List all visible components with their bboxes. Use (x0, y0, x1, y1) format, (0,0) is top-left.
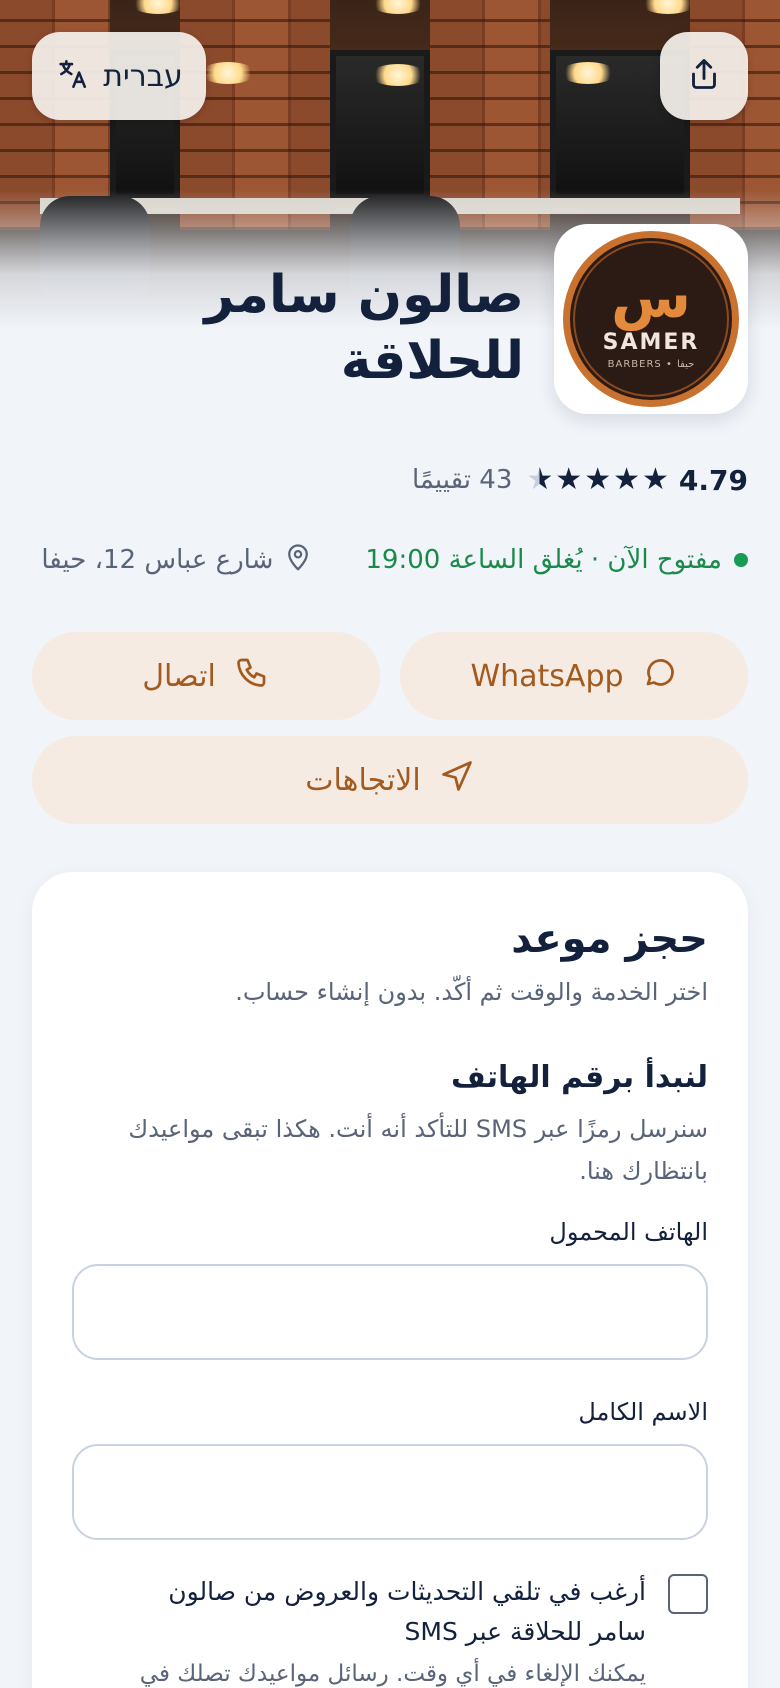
sms-consent-note: يمكنك الإلغاء في أي وقت. رسائل مواعيدك ت… (139, 1661, 646, 1687)
review-count: 43 تقييمًا (411, 465, 513, 495)
business-logo-card: س SAMER BARBERS • حيفا (554, 224, 748, 414)
chat-bubble-icon (642, 654, 678, 698)
sms-consent-label[interactable]: أرغب في تلقي التحديثات والعروض من صالون … (126, 1572, 646, 1652)
logo-name: SAMER (602, 330, 700, 355)
star-icon: ★ (555, 462, 583, 497)
share-button[interactable] (660, 32, 748, 120)
info-row: مفتوح الآن · يُغلق الساعة 19:00 شارع عبا… (32, 540, 748, 580)
address-link[interactable]: شارع عباس 12، حيفا (41, 543, 313, 577)
business-name: صالون سامر للحلاقة (184, 262, 524, 394)
phone-step-description: سنرسل رمزًا عبر SMS للتأكد أنه أنت. هكذا… (128, 1115, 708, 1185)
rating-value: 4.79 (678, 463, 748, 497)
call-label: اتصال (142, 658, 216, 694)
star-icon: ★ (584, 462, 612, 497)
directions-label: الاتجاهات (305, 762, 421, 798)
business-logo: س SAMER BARBERS • حيفا (563, 231, 739, 407)
open-status: مفتوح الآن · يُغلق الساعة 19:00 (365, 545, 722, 575)
whatsapp-button[interactable]: WhatsApp (400, 632, 748, 720)
booking-title: حجز موعد (511, 916, 708, 962)
half-star-icon: ★ (526, 462, 554, 497)
phone-input[interactable] (72, 1264, 708, 1360)
whatsapp-label: WhatsApp (470, 658, 624, 694)
business-name-line2: للحلاقة (340, 331, 524, 391)
logo-glyph: س (610, 263, 692, 331)
name-field-label: الاسم الكامل (578, 1398, 708, 1426)
star-icon: ★ (642, 462, 669, 497)
phone-field-label: الهاتف المحمول (549, 1218, 708, 1246)
rating-row[interactable]: 4.79 ★ ★ ★ ★ ★ 43 تقييمًا (412, 460, 748, 500)
star-icon: ★ (613, 462, 640, 497)
location-pin-icon (283, 543, 313, 577)
rating-stars: ★ ★ ★ ★ ★ (526, 465, 669, 495)
open-status-dot (734, 553, 748, 567)
address-text: شارع عباس 12، حيفا (41, 545, 274, 575)
phone-step-title: لنبدأ برقم الهاتف (451, 1060, 708, 1095)
phone-icon (234, 654, 270, 698)
directions-button[interactable]: الاتجاهات (32, 736, 748, 824)
navigation-arrow-icon (439, 758, 475, 802)
booking-subtitle: اختر الخدمة والوقت ثم أكّد. بدون إنشاء ح… (235, 978, 708, 1006)
share-icon (686, 56, 722, 96)
language-label: עברית (103, 58, 183, 94)
language-switch-button[interactable]: עברית (32, 32, 206, 120)
booking-card: حجز موعد اختر الخدمة والوقت ثم أكّد. بدو… (32, 872, 748, 1688)
translate-icon (55, 57, 89, 95)
business-name-line1: صالون سامر (204, 265, 524, 325)
full-name-input[interactable] (72, 1444, 708, 1540)
call-button[interactable]: اتصال (32, 632, 380, 720)
sms-consent-checkbox[interactable] (668, 1574, 708, 1614)
logo-tagline: BARBERS • حيفا (607, 359, 695, 370)
